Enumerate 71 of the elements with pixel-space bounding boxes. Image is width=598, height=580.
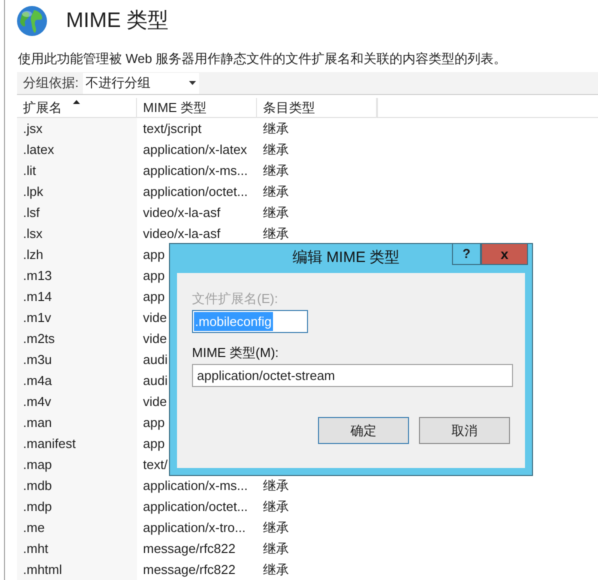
table-cell-text: application/x-tro... bbox=[142, 519, 247, 537]
table-cell: .lsx bbox=[17, 223, 137, 244]
globe-icon bbox=[16, 5, 48, 37]
column-header[interactable]: MIME 类型 bbox=[137, 98, 257, 118]
table-cell-text: 继承 bbox=[262, 225, 290, 243]
table-cell: .mht bbox=[17, 538, 137, 559]
table-cell-text: 继承 bbox=[262, 183, 290, 201]
table-cell-text: message/rfc822 bbox=[142, 540, 236, 558]
close-button[interactable]: x bbox=[481, 243, 528, 265]
table-cell: .lit bbox=[17, 160, 137, 181]
table-cell-text: text/jscript bbox=[142, 120, 203, 138]
table-cell-text: video/x-la-asf bbox=[142, 204, 222, 222]
table-cell: .m1v bbox=[17, 307, 137, 328]
table-cell: .me bbox=[17, 517, 137, 538]
table-cell-text: application/x-latex bbox=[142, 141, 248, 159]
table-cell-text: application/x-ms... bbox=[142, 477, 249, 495]
group-by-dropdown[interactable]: 不进行分组 bbox=[82, 72, 199, 94]
table-cell-text: application/x-ms... bbox=[142, 162, 249, 180]
table-cell-text: 继承 bbox=[262, 540, 290, 558]
table-cell: .lsf bbox=[17, 202, 137, 223]
table-cell: .m13 bbox=[17, 265, 137, 286]
table-cell-text: vide bbox=[142, 309, 167, 327]
table-cell-text: app bbox=[142, 288, 165, 306]
table-cell: .m2ts bbox=[17, 328, 137, 349]
table-cell-text: 继承 bbox=[262, 477, 290, 495]
table-cell: .mhtml bbox=[17, 559, 137, 580]
field-label: MIME 类型(M): bbox=[192, 344, 280, 361]
page-title: MIME 类型 bbox=[66, 8, 169, 34]
table-cell: .m3u bbox=[17, 349, 137, 370]
page-description: 使用此功能管理被 Web 服务器用作静态文件的文件扩展名和关联的内容类型的列表。 bbox=[18, 51, 507, 66]
table-cell-text: 继承 bbox=[262, 120, 290, 138]
table-cell-text: application/octet... bbox=[142, 183, 249, 201]
table-cell: .jsx bbox=[17, 118, 137, 139]
table-cell: .manifest bbox=[17, 433, 137, 454]
help-button[interactable]: ? bbox=[452, 243, 481, 265]
table-cell: .m14 bbox=[17, 286, 137, 307]
table-cell-text: app bbox=[142, 267, 165, 285]
table-cell-text: 继承 bbox=[262, 498, 290, 516]
table-cell-text: application/octet... bbox=[142, 498, 249, 516]
table-cell-text: app bbox=[142, 414, 165, 432]
table-cell-text: app bbox=[142, 246, 165, 264]
sort-ascending-icon bbox=[73, 100, 80, 104]
table-cell-text: 继承 bbox=[262, 204, 290, 222]
table-cell-text: 继承 bbox=[262, 519, 290, 537]
dialog-button[interactable]: 确定 bbox=[318, 417, 409, 444]
table-cell-text: video/x-la-asf bbox=[142, 225, 222, 243]
table-cell: .m4v bbox=[17, 391, 137, 412]
dialog-button[interactable]: 取消 bbox=[419, 417, 510, 444]
table-cell-text: message/rfc822 bbox=[142, 561, 236, 579]
table-cell-text: vide bbox=[142, 393, 167, 411]
field-label: 文件扩展名(E): bbox=[192, 290, 279, 307]
table-cell: .lzh bbox=[17, 244, 137, 265]
table-cell-text: audi bbox=[142, 351, 168, 369]
table-cell-text: app bbox=[142, 435, 165, 453]
dropdown-caret-icon bbox=[188, 81, 196, 85]
table-cell-text: 继承 bbox=[262, 561, 290, 579]
table-cell: .map bbox=[17, 454, 137, 475]
table-cell: .latex bbox=[17, 139, 137, 160]
dialog-title: 编辑 MIME 类型 bbox=[292, 248, 401, 268]
table-cell: .mdb bbox=[17, 475, 137, 496]
table-cell: .m4a bbox=[17, 370, 137, 391]
table-cell: .lpk bbox=[17, 181, 137, 202]
table-cell-text: 继承 bbox=[262, 141, 290, 159]
table-cell: .mdp bbox=[17, 496, 137, 517]
group-by-label: 分组依据: bbox=[23, 74, 79, 92]
table-cell-text: audi bbox=[142, 372, 168, 390]
table-cell-text: text/ bbox=[142, 456, 168, 474]
table-cell: .man bbox=[17, 412, 137, 433]
text-field[interactable]: application/octet-stream bbox=[192, 364, 513, 387]
table-cell-text: 继承 bbox=[262, 162, 290, 180]
table-cell-text: vide bbox=[142, 330, 167, 348]
